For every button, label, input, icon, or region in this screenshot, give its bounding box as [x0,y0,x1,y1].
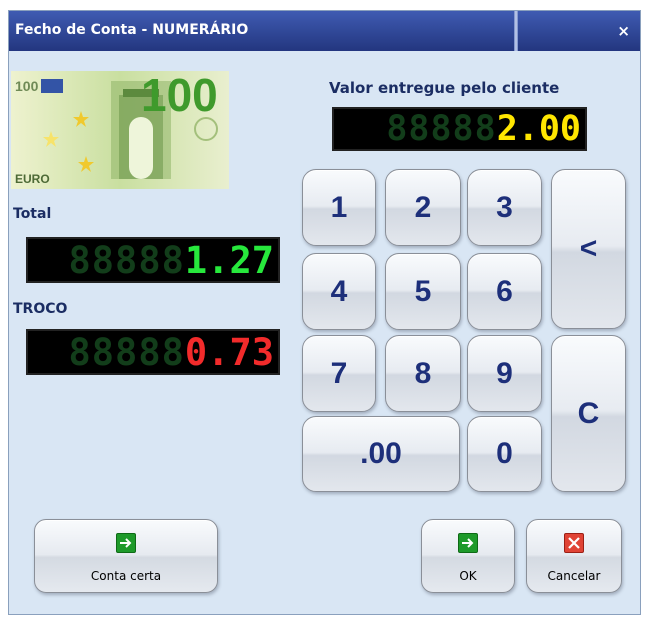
ok-label: OK [459,569,477,583]
key-0[interactable]: 0 [467,416,542,492]
arrow-right-icon [458,533,478,553]
key-1[interactable]: 1 [302,169,376,246]
key-9[interactable]: 9 [467,335,542,412]
ok-button[interactable]: OK [421,519,515,593]
banknote-currency: EURO [15,172,50,186]
key-3[interactable]: 3 [467,169,542,246]
banknote-image: 100 100 EURO [11,71,229,189]
valor-entregue-value: 2.00 [496,108,581,149]
key-8[interactable]: 8 [385,335,461,412]
total-value: 1.27 [184,238,274,282]
troco-display: 88888 0.73 [26,329,280,375]
conta-certa-label: Conta certa [90,569,162,583]
key-6[interactable]: 6 [467,253,542,330]
dialog-window: Fecho de Conta - NUMERÁRIO × 100 100 EUR… [8,10,641,615]
valor-entregue-display: 88888 2.00 [332,107,587,151]
titlebar-separator [514,11,518,51]
key-double-zero-decimal[interactable]: .00 [302,416,460,492]
key-2[interactable]: 2 [385,169,461,246]
close-button[interactable]: × [617,22,630,40]
banknote-value-small: 100 [15,78,39,94]
cancelar-label: Cancelar [547,569,601,583]
valor-entregue-label: Valor entregue pelo cliente [329,79,560,97]
troco-label: TROCO [13,301,68,317]
cancel-button[interactable]: Cancelar [526,519,622,593]
backspace-key[interactable]: < [551,169,626,329]
arrow-right-icon [116,533,136,553]
window-title: Fecho de Conta - NUMERÁRIO [15,22,249,38]
key-4[interactable]: 4 [302,253,376,330]
total-display: 88888 1.27 [26,237,280,283]
troco-value: 0.73 [184,330,274,374]
conta-certa-button[interactable]: Conta certa [34,519,218,593]
close-x-icon [564,533,584,553]
banknote-value-large: 100 [141,71,218,121]
key-7[interactable]: 7 [302,335,376,412]
key-5[interactable]: 5 [385,253,461,330]
total-label: Total [13,206,52,222]
clear-key[interactable]: C [551,335,626,492]
title-bar[interactable]: Fecho de Conta - NUMERÁRIO × [9,11,640,51]
